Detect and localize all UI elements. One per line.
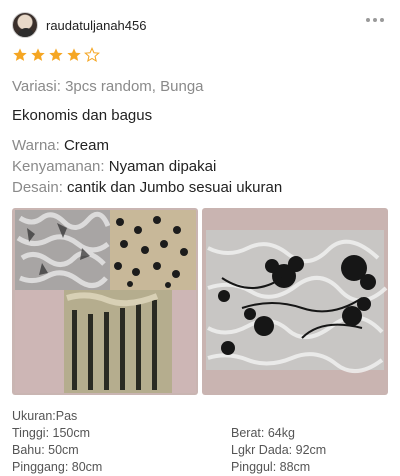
variation-line: Variasi: 3pcs random, Bunga [12,78,204,96]
star-icon [31,48,45,61]
spec-berat: Berat: 64kg [231,426,295,440]
star-icon [13,48,27,61]
review-photo-1[interactable] [12,208,198,395]
review-photo-2[interactable] [202,208,388,395]
variation-value: 3pcs random, Bunga [65,78,204,95]
attribute-kenyamanan: Kenyamanan: Nyaman dipakai [12,158,216,176]
attribute-label: Warna: [12,137,60,154]
star-icon [49,48,63,61]
spec-bahu: Bahu: 50cm [12,443,79,457]
star-icon [67,48,81,61]
spec-tinggi: Tinggi: 150cm [12,426,91,440]
avatar[interactable] [12,12,38,38]
review-card: raudatuljanah456 Variasi: 3pcs random, B… [0,0,400,476]
spec-pinggul: Pinggul: 88cm [231,460,311,474]
attribute-value: cantik dan Jumbo sesuai ukuran [67,179,283,196]
attribute-desain: Desain: cantik dan Jumbo sesuai ukuran [12,179,282,197]
attribute-value: Cream [63,137,109,154]
size-fit: Ukuran:Pas [12,409,78,423]
attribute-label: Kenyamanan: [12,158,105,175]
more-dots-icon[interactable] [362,14,388,26]
attribute-label: Desain: [12,179,63,196]
star-empty-icon [84,47,100,63]
star-rating [12,47,100,63]
attribute-value: Nyaman dipakai [108,158,217,175]
variation-label: Variasi: [12,78,61,95]
attribute-warna: Warna: Cream [12,137,109,155]
spec-lingkar-dada: Lgkr Dada: 92cm [231,443,327,457]
review-header: raudatuljanah456 [12,10,388,40]
username[interactable]: raudatuljanah456 [46,18,146,33]
review-comment: Ekonomis dan bagus [12,107,153,124]
spec-pinggang: Pinggang: 80cm [12,460,103,474]
